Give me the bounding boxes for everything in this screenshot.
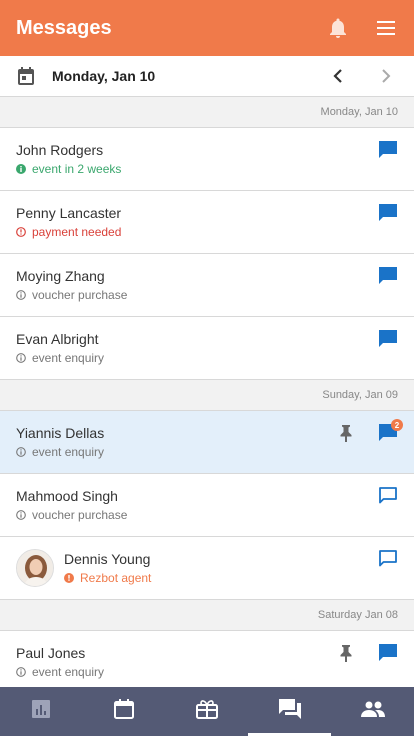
alert-filled-icon xyxy=(64,573,74,583)
message-outline-icon[interactable] xyxy=(378,549,398,569)
contact-name: Mahmood Singh xyxy=(16,488,118,504)
status-text: event in 2 weeks xyxy=(32,162,122,176)
list-item[interactable]: John Rodgers event in 2 weeks xyxy=(0,128,414,191)
status-text: event enquiry xyxy=(32,665,105,679)
message-filled-icon[interactable] xyxy=(378,140,398,160)
status-text: payment needed xyxy=(32,225,122,239)
pin-icon[interactable] xyxy=(338,644,354,662)
contact-name: Penny Lancaster xyxy=(16,205,122,221)
message-list[interactable]: Monday, Jan 10 John Rodgers event in 2 w… xyxy=(0,97,414,687)
message-outline-icon[interactable] xyxy=(378,486,398,506)
people-icon xyxy=(360,701,385,722)
contact-name: Moying Zhang xyxy=(16,268,105,284)
status-line: event enquiry xyxy=(16,350,414,366)
status-line: Rezbot agent xyxy=(64,570,414,586)
section-date-header: Sunday, Jan 09 xyxy=(0,380,414,411)
info-outline-icon xyxy=(16,510,26,520)
calendar-icon xyxy=(113,698,135,725)
chevron-left-icon[interactable] xyxy=(326,64,350,88)
app-header: Messages xyxy=(0,0,414,56)
status-text: Rezbot agent xyxy=(80,571,152,585)
menu-icon[interactable] xyxy=(374,16,398,40)
list-item[interactable]: Evan Albright event enquiry xyxy=(0,317,414,380)
list-item[interactable]: Moying Zhang voucher purchase xyxy=(0,254,414,317)
list-item[interactable]: Dennis Young Rezbot agent xyxy=(0,537,414,600)
list-item[interactable]: Mahmood Singh voucher purchase xyxy=(0,474,414,537)
section-date-header: Monday, Jan 10 xyxy=(0,97,414,128)
message-filled-icon[interactable] xyxy=(378,203,398,223)
message-filled-icon[interactable] xyxy=(378,266,398,286)
status-line: voucher purchase xyxy=(16,287,414,303)
status-text: voucher purchase xyxy=(32,288,128,302)
info-outline-icon xyxy=(16,447,26,457)
messages-icon xyxy=(278,698,302,725)
alert-circle-icon xyxy=(16,227,26,237)
avatar xyxy=(16,549,54,587)
stats-icon xyxy=(31,699,51,724)
contact-name: John Rodgers xyxy=(16,142,104,158)
contact-name: Dennis Young xyxy=(64,551,151,567)
info-filled-icon xyxy=(16,164,26,174)
tab-stats[interactable] xyxy=(0,687,83,736)
info-outline-icon xyxy=(16,353,26,363)
contact-name: Evan Albright xyxy=(16,331,99,347)
page-title: Messages xyxy=(16,16,112,39)
contact-name: Paul Jones xyxy=(16,645,86,661)
tab-contacts[interactable] xyxy=(331,687,414,736)
bottom-nav xyxy=(0,687,414,736)
status-text: event enquiry xyxy=(32,445,105,459)
status-text: voucher purchase xyxy=(32,508,128,522)
list-item[interactable]: Penny Lancaster payment needed xyxy=(0,191,414,254)
status-line: event enquiry xyxy=(16,444,414,460)
status-line: voucher purchase xyxy=(16,507,414,523)
date-navigator: Monday, Jan 10 xyxy=(0,56,414,97)
message-filled-icon[interactable] xyxy=(378,643,398,663)
tab-calendar[interactable] xyxy=(83,687,166,736)
bell-icon[interactable] xyxy=(326,16,350,40)
tab-messages[interactable] xyxy=(248,687,331,736)
status-line: payment needed xyxy=(16,224,414,240)
tab-vouchers[interactable] xyxy=(166,687,249,736)
contact-name: Yiannis Dellas xyxy=(16,425,105,441)
message-filled-icon[interactable] xyxy=(378,329,398,349)
list-item[interactable]: Yiannis Dellas event enquiry 2 xyxy=(0,411,414,474)
unread-count-badge: 2 xyxy=(391,419,403,431)
info-outline-icon xyxy=(16,290,26,300)
calendar-icon[interactable] xyxy=(16,66,36,86)
gift-icon xyxy=(195,699,218,724)
status-line: event enquiry xyxy=(16,664,414,680)
status-line: event in 2 weeks xyxy=(16,161,414,177)
section-date-header: Saturday Jan 08 xyxy=(0,600,414,631)
status-text: event enquiry xyxy=(32,351,105,365)
chevron-right-icon[interactable] xyxy=(374,64,398,88)
pin-icon[interactable] xyxy=(338,424,354,442)
current-date-label[interactable]: Monday, Jan 10 xyxy=(52,68,302,84)
list-item[interactable]: Paul Jones event enquiry xyxy=(0,631,414,687)
info-outline-icon xyxy=(16,667,26,677)
